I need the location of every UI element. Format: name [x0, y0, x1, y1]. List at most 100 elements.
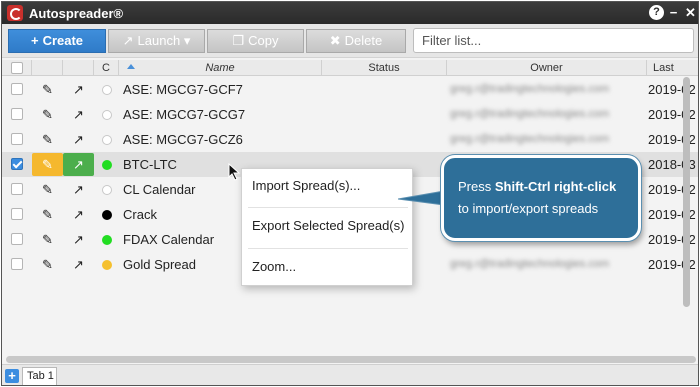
header-name[interactable]: Name [119, 60, 322, 76]
color-cell [94, 77, 119, 102]
menu-item-import-spreads[interactable]: Import Spread(s)... [242, 169, 412, 207]
table-row[interactable]: ✎ ↗ ASE: MGCG7-GCZ6 greg.r@tradingtechnolog… [2, 127, 698, 152]
color-cell [94, 152, 119, 177]
tab-1[interactable]: Tab 1 [22, 367, 57, 385]
menu-item-zoom[interactable]: Zoom... [242, 250, 412, 288]
color-cell [94, 202, 119, 227]
color-cell [94, 127, 119, 152]
status-dot [102, 235, 112, 245]
row-checkbox-cell [2, 77, 32, 102]
edit-icon[interactable]: ✎ [32, 202, 63, 227]
color-cell [94, 227, 119, 252]
delete-label: Delete [344, 33, 383, 48]
header-last[interactable]: Last [647, 60, 698, 76]
close-icon[interactable]: ✕ [683, 5, 698, 20]
launch-icon[interactable]: ↗ [63, 77, 94, 102]
launch-icon: ↗ [122, 33, 134, 48]
header-color[interactable]: C [94, 60, 119, 76]
owner-cell: greg.r@tradingtechnologies.com [450, 83, 610, 95]
autospreader-logo-icon [7, 5, 23, 21]
menu-item-export-selected-spreads[interactable]: Export Selected Spread(s) [242, 209, 412, 247]
row-checkbox[interactable] [11, 108, 23, 120]
spread-name: ASE: MGCG7-GCG7 [123, 107, 246, 122]
edit-icon[interactable]: ✎ [32, 252, 63, 277]
row-checkbox[interactable] [11, 158, 23, 170]
header-name-label: Name [205, 62, 235, 74]
tab-bar: + Tab 1 [2, 364, 698, 385]
row-checkbox[interactable] [11, 183, 23, 195]
edit-icon[interactable]: ✎ [32, 77, 63, 102]
add-tab-button[interactable]: + [5, 369, 19, 383]
title-bar: Autospreader® ? − ✕ [2, 2, 698, 24]
launch-icon[interactable]: ↗ [63, 252, 94, 277]
callout-pointer [398, 190, 444, 206]
launch-icon[interactable]: ↗ [63, 227, 94, 252]
copy-icon: ❐ [232, 33, 245, 48]
vertical-scrollbar-thumb[interactable] [683, 77, 690, 307]
plus-icon: + [30, 33, 39, 48]
launch-icon[interactable]: ↗ [63, 202, 94, 227]
mouse-cursor-icon [228, 163, 241, 181]
callout-keys: Shift-Ctrl right-click [494, 179, 617, 194]
delete-icon: ✖ [329, 33, 341, 48]
edit-icon[interactable]: ✎ [32, 153, 63, 176]
edit-icon[interactable]: ✎ [32, 127, 63, 152]
create-button[interactable]: + Create [8, 29, 106, 53]
status-dot [102, 160, 112, 170]
row-checkbox[interactable] [11, 208, 23, 220]
status-dot [102, 210, 112, 220]
minimize-icon[interactable]: − [666, 5, 681, 20]
callout-suffix: to import/export spreads [458, 201, 599, 216]
window-title: Autospreader® [29, 6, 124, 21]
launch-icon[interactable]: ↗ [63, 127, 94, 152]
header-launch [63, 60, 94, 76]
context-menu: Import Spread(s)... Export Selected Spre… [241, 168, 413, 286]
table-row[interactable]: ✎ ↗ ASE: MGCG7-GCF7 greg.r@tradingtechnolog… [2, 77, 698, 102]
row-checkbox[interactable] [11, 233, 23, 245]
copy-label: Copy [248, 33, 279, 48]
launch-label: Launch [137, 33, 181, 48]
row-checkbox[interactable] [11, 258, 23, 270]
table-row[interactable]: ✎ ↗ ASE: MGCG7-GCG7 greg.r@tradingtechnolog… [2, 102, 698, 127]
color-cell [94, 102, 119, 127]
row-checkbox-cell [2, 202, 32, 227]
help-icon[interactable]: ? [649, 5, 664, 20]
filter-input[interactable] [413, 28, 694, 53]
header-edit [32, 60, 63, 76]
owner-cell: greg.r@tradingtechnologies.com [450, 258, 610, 270]
callout-prefix: Press [458, 179, 495, 194]
copy-button[interactable]: ❐ Copy [207, 29, 304, 53]
row-checkbox-cell [2, 102, 32, 127]
row-checkbox-cell [2, 252, 32, 277]
launch-icon[interactable]: ↗ [63, 102, 94, 127]
grid-header: C Name Status Owner Last [2, 60, 698, 76]
row-checkbox[interactable] [11, 133, 23, 145]
launch-button[interactable]: ↗ Launch ▾ [108, 29, 205, 53]
row-checkbox-cell [2, 177, 32, 202]
launch-icon[interactable]: ↗ [63, 153, 94, 176]
vertical-scrollbar[interactable] [680, 77, 692, 357]
color-cell [94, 252, 119, 277]
color-cell [94, 177, 119, 202]
edit-icon[interactable]: ✎ [32, 102, 63, 127]
tip-callout: Press Shift-Ctrl right-click to import/e… [441, 155, 641, 241]
edit-icon[interactable]: ✎ [32, 227, 63, 252]
header-owner[interactable]: Owner [447, 60, 647, 76]
status-dot [102, 85, 112, 95]
row-checkbox[interactable] [11, 83, 23, 95]
select-all-checkbox[interactable] [11, 62, 23, 74]
menu-divider [248, 207, 408, 208]
owner-cell: greg.r@tradingtechnologies.com [450, 108, 610, 120]
delete-button[interactable]: ✖ Delete [306, 29, 406, 53]
status-dot [102, 135, 112, 145]
horizontal-scrollbar[interactable] [6, 356, 696, 363]
status-dot [102, 260, 112, 270]
header-status[interactable]: Status [322, 60, 447, 76]
status-dot [102, 110, 112, 120]
create-label: Create [42, 33, 84, 48]
spread-name: ASE: MGCG7-GCZ6 [123, 132, 243, 147]
edit-icon[interactable]: ✎ [32, 177, 63, 202]
select-all-cell [2, 60, 32, 76]
toolbar: + Create ↗ Launch ▾ ❐ Copy ✖ Delete [2, 24, 698, 58]
launch-icon[interactable]: ↗ [63, 177, 94, 202]
